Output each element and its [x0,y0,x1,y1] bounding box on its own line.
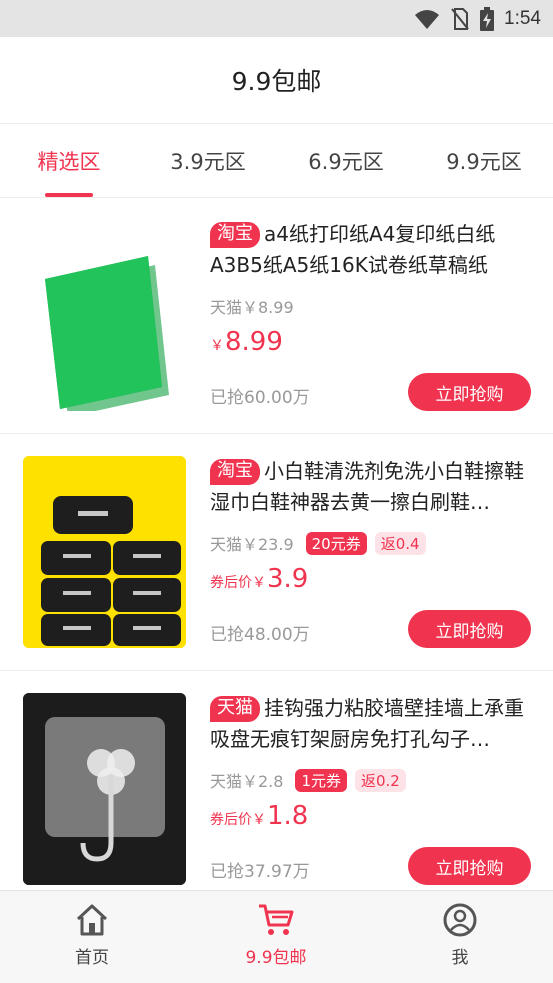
coupon-badge: 1元券 [295,768,347,792]
source-badge: 天猫 [210,696,260,722]
bottom-nav: 首页 9.9包邮 我 [0,890,553,983]
product-title[interactable]: 天猫 挂钩强力粘胶墙壁挂墙上承重吸盘无痕钉架厨房免打孔勾子… [210,693,531,755]
original-price: 天猫￥8.99 [210,298,294,317]
active-tab-indicator [45,193,93,197]
source-badge: 淘宝 [210,459,260,485]
nav-9-9-label: 9.9包邮 [245,948,307,968]
battery-charging-icon [480,7,495,31]
price-prefix: ￥ [210,338,224,354]
nav-me[interactable]: 我 [390,891,530,983]
product-image[interactable] [23,219,186,411]
original-price: 天猫￥23.9 [210,535,294,554]
product-item[interactable]: 淘宝 a4纸打印纸A4复印纸白纸A3B5纸A5纸16K试卷纸草稿纸 天猫￥8.99… [0,198,553,434]
price-value: 3.9 [267,564,309,594]
nav-home[interactable]: 首页 [22,891,162,983]
product-item[interactable]: 淘宝 小白鞋清洗剂免洗小白鞋擦鞋湿巾白鞋神器去黄一擦白刷鞋… 天猫￥23.9 20… [0,435,553,671]
user-icon [443,903,477,937]
sold-count: 已抢37.97万 [210,862,310,882]
product-item[interactable]: 天猫 挂钩强力粘胶墙壁挂墙上承重吸盘无痕钉架厨房免打孔勾子… 天猫￥2.8 1元券… [0,672,553,908]
rebate-badge: 返0.2 [355,768,406,792]
product-image[interactable] [23,456,186,648]
tab-3-9-yuan[interactable]: 3.9元区 [156,124,260,198]
no-sim-icon [451,8,469,30]
price-value: 8.99 [225,327,283,357]
title-bar: 9.9包邮 [0,37,553,124]
buy-now-button[interactable]: 立即抢购 [408,373,531,411]
tab-featured[interactable]: 精选区 [20,124,118,198]
nav-home-label: 首页 [75,948,109,968]
tab-6-9-yuan[interactable]: 6.9元区 [294,124,398,198]
product-title[interactable]: 淘宝 小白鞋清洗剂免洗小白鞋擦鞋湿巾白鞋神器去黄一擦白刷鞋… [210,456,531,518]
nav-me-label: 我 [451,948,469,968]
product-image[interactable] [23,693,186,885]
product-title[interactable]: 淘宝 a4纸打印纸A4复印纸白纸A3B5纸A5纸16K试卷纸草稿纸 [210,219,531,281]
tab-9-9-yuan[interactable]: 9.9元区 [432,124,536,198]
price-value: 1.8 [267,801,309,831]
source-badge: 淘宝 [210,222,260,248]
home-icon [76,904,108,936]
status-time: 1:54 [504,8,541,29]
sold-count: 已抢60.00万 [210,388,310,408]
rebate-badge: 返0.4 [374,531,426,555]
price-prefix: 券后价￥ [210,575,266,591]
buy-now-button[interactable]: 立即抢购 [408,610,531,648]
wifi-icon [415,10,440,29]
page-title: 9.9包邮 [231,67,322,96]
buy-now-button[interactable]: 立即抢购 [408,847,531,885]
original-price: 天猫￥2.8 [210,772,284,791]
category-tabs: 精选区 3.9元区 6.9元区 9.9元区 [0,124,553,198]
price-prefix: 券后价￥ [210,812,266,828]
sold-count: 已抢48.00万 [210,625,310,645]
status-bar: 1:54 [0,0,553,37]
nav-9-9-free-shipping[interactable]: 9.9包邮 [206,891,346,983]
cart-icon [259,904,294,935]
coupon-badge: 20元券 [305,531,367,555]
